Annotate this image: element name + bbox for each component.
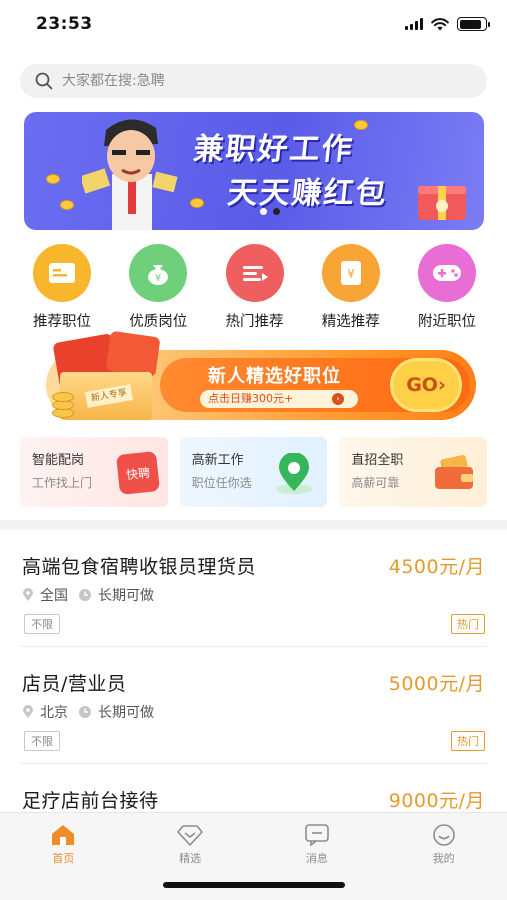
home-icon [52,825,75,845]
job-location: 全国 [40,588,68,604]
yen-card-icon: ¥ [321,244,380,302]
card-icon [33,244,91,302]
kuaipin-icon: 快聘 [115,451,160,495]
pagination-dot[interactable] [260,208,267,215]
job-title: 足疗店前台接待 [22,790,159,812]
feature-card-hightech-jobs[interactable]: 高新工作 职位任你选 [179,437,328,507]
diamond-icon [177,825,203,846]
category-label: 热门推荐 [225,314,284,330]
banner-headline: 兼职好工作 [191,132,356,167]
requirement-tag: 不限 [24,731,60,751]
tab-featured[interactable]: 精选 [145,823,235,866]
tab-label: 首页 [52,852,75,865]
kuaipin-icon-text: 快聘 [125,465,151,482]
location-pin-icon [276,453,313,494]
tab-label: 精选 [179,852,202,865]
gamepad-icon [418,244,476,302]
svg-text:¥: ¥ [347,267,355,281]
money-bag-icon: ¥ [129,244,188,302]
category-label: 优质岗位 [129,314,188,330]
job-location: 北京 [40,705,68,721]
coin-decoration [46,174,60,184]
job-salary: 5000元/月 [388,673,485,695]
hot-badge: 热门 [451,614,485,634]
battery-icon [457,17,490,31]
tab-messages[interactable]: 消息 [272,823,362,866]
tab-home[interactable]: 首页 [18,823,108,866]
app-screen: 23:53 大家都在搜:急聘 兼职好工作 天天赚红包 推荐职位 ¥ 优质岗位 热… [0,0,507,900]
cartoon-man-illustration [82,119,178,230]
job-salary: 4500元/月 [388,556,485,578]
location-icon [23,705,33,718]
signal-icon [405,18,423,30]
svg-text:¥: ¥ [155,273,161,284]
search-bar[interactable] [20,64,487,98]
arrow-right-icon: › [332,393,344,405]
gift-box-icon [418,186,466,220]
category-label: 推荐职位 [33,314,91,330]
category-hot-picks[interactable]: 热门推荐 [215,244,295,331]
search-input[interactable] [62,73,462,89]
message-icon [305,824,329,847]
hot-badge: 热门 [451,731,485,751]
wifi-icon [431,17,449,30]
job-title: 店员/营业员 [22,673,127,695]
requirement-tag: 不限 [24,614,60,634]
smile-icon [432,824,455,846]
section-divider [0,520,507,530]
status-time: 23:53 [36,14,93,34]
hero-banner[interactable]: 兼职好工作 天天赚红包 [24,112,484,230]
coin-decoration [52,392,74,402]
tab-label: 消息 [305,852,328,865]
promo-title: 新人精选好职位 [208,366,341,387]
clock-icon [79,706,91,718]
job-duration: 长期可做 [98,588,154,604]
banner-subheadline: 天天赚红包 [225,176,390,211]
job-card[interactable]: 店员/营业员 5000元/月 北京 长期可做 不限 热门 [20,647,487,764]
search-icon [35,72,53,90]
category-recommended-jobs[interactable]: 推荐职位 [22,244,102,331]
hot-list-icon [225,244,284,302]
location-icon [23,588,33,601]
job-meta: 北京 长期可做 [22,702,154,722]
category-label: 精选推荐 [321,314,380,330]
job-title: 高端包食宿聘收银员理货员 [22,556,257,578]
job-duration: 长期可做 [98,705,154,721]
category-label: 附近职位 [418,314,476,330]
category-grid: 推荐职位 ¥ 优质岗位 热门推荐 ¥ 精选推荐 附近职位 [22,244,487,331]
go-button-label: GO [406,374,438,396]
job-salary: 9000元/月 [388,790,485,812]
category-featured[interactable]: ¥ 精选推荐 [311,244,391,331]
job-meta: 全国 长期可做 [22,585,154,605]
status-bar: 23:53 [0,0,507,52]
wallet-icon [435,455,474,489]
tab-label: 我的 [432,852,455,865]
feature-cards: 智能配岗 工作找上门 快聘 高新工作 职位任你选 直招全职 高薪可靠 [20,437,488,507]
banner-pagination [260,208,280,215]
new-user-promo-banner[interactable]: 新人专享 新人精选好职位 点击日赚300元+ › GO › [30,330,478,424]
tab-profile[interactable]: 我的 [399,823,489,866]
coin-decoration [190,198,204,208]
category-nearby-jobs[interactable]: 附近职位 [407,244,487,331]
feature-card-smart-match[interactable]: 智能配岗 工作找上门 快聘 [20,437,168,507]
clock-icon [79,589,91,601]
coin-decoration [60,200,74,210]
pagination-dot-active[interactable] [273,208,280,215]
status-icons [405,17,490,31]
job-card[interactable]: 高端包食宿聘收银员理货员 4500元/月 全国 长期可做 不限 热门 [20,530,487,647]
red-envelope-decoration [105,330,161,378]
category-quality-jobs[interactable]: ¥ 优质岗位 [118,244,198,331]
feature-card-direct-hire[interactable]: 直招全职 高薪可靠 [339,437,488,507]
home-indicator [163,882,345,888]
go-button[interactable]: GO › [390,358,462,412]
